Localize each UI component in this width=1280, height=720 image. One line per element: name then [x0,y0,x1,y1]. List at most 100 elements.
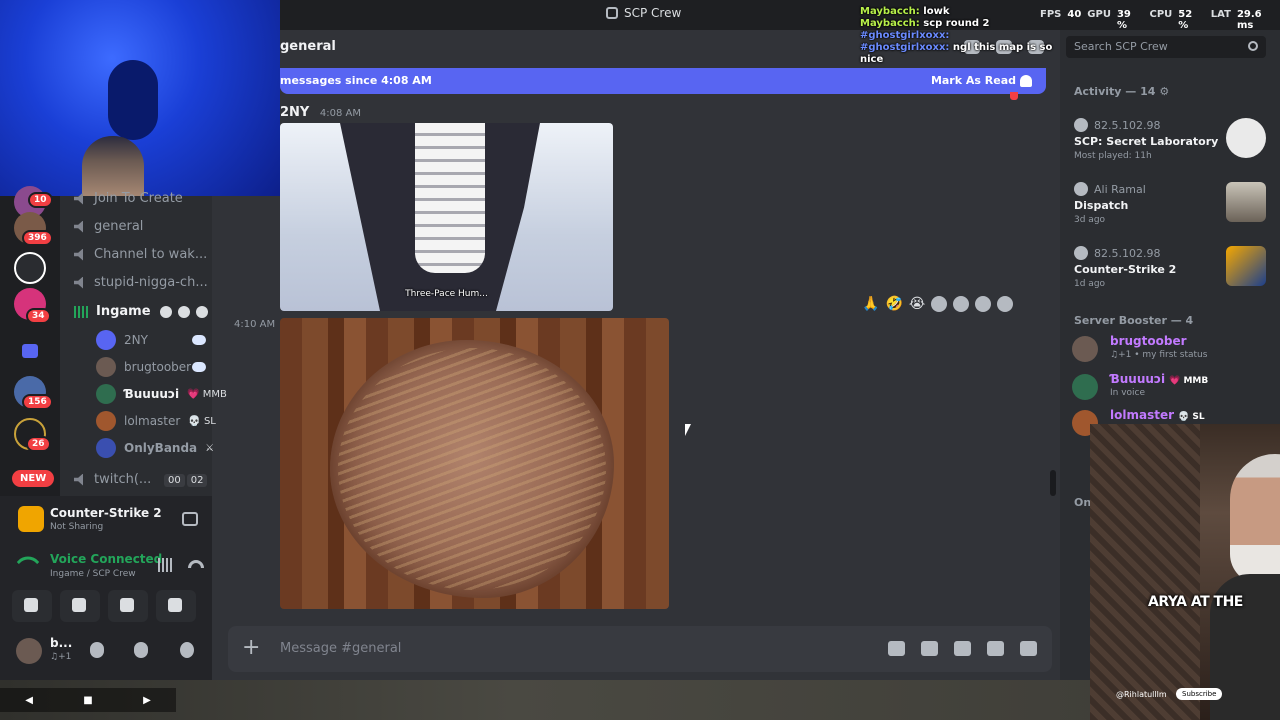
avatar [1072,374,1098,400]
reaction-laugh[interactable]: 🤣 [885,296,902,312]
forward-icon[interactable] [975,296,992,312]
message-composer[interactable]: + Message #general [228,626,1052,672]
reaction-pray[interactable]: 🙏 [862,296,879,312]
channel-twitch[interactable]: twitch(... [74,472,151,487]
activity-panel[interactable]: Counter-Strike 2 Not Sharing [8,498,212,540]
server-icon[interactable] [14,252,46,284]
author-name[interactable]: 2NY [280,105,309,120]
disconnect-icon[interactable] [188,560,204,568]
message-author[interactable]: 2NY 4:08 AM [280,105,361,120]
lat-label: LAT [1210,9,1231,20]
activity-card[interactable]: 82.5.102.98 SCP: Secret Laboratory Most … [1066,112,1272,166]
activity-card[interactable]: Ali Ramal Dispatch 3d ago [1066,176,1272,230]
perf-overlay: FPS 40 GPU 39 % CPU 52 % LAT 29.6 ms [1040,9,1280,31]
voice-user[interactable]: 2NY [96,330,206,350]
sticker-icon[interactable] [954,641,971,656]
image-skeleton-hand [415,123,485,273]
activity-header[interactable]: Activity — 14 ⚙ [1074,85,1169,98]
chat-scrollbar[interactable] [1050,470,1056,496]
channel-ingame[interactable]: Ingame [74,304,151,319]
search-icon[interactable] [1248,41,1258,51]
video-caption: ARYA AT THE [1148,594,1243,610]
video-facecam: ARYA AT THE @Rihlatulllm Subscribe [1090,424,1280,720]
stream-chat-line: #ghostgirlxoxx: [860,30,950,41]
channel-join-to-create[interactable]: Join To Create [74,191,183,206]
avatar [96,330,116,350]
composer-placeholder[interactable]: Message #general [280,641,401,656]
chat-bubble-icon [192,335,206,345]
search-placeholder[interactable]: Search SCP Crew [1074,40,1168,53]
message-image-gif[interactable]: Three-Pace Hum... [280,123,613,311]
mark-read-icon [1020,75,1032,87]
microphone [108,60,158,140]
voice-user[interactable]: brugtoober [96,357,206,377]
noise-suppression-icon[interactable] [158,558,174,572]
avatar[interactable] [16,638,42,664]
screen-share-icon[interactable] [182,512,198,526]
activities-button[interactable] [108,590,148,622]
gift-icon[interactable] [888,641,905,656]
speaker-icon [74,248,83,261]
chat-bubble-icon [192,362,206,372]
cs2-game-art [1226,246,1266,286]
apps-icon[interactable] [1020,641,1037,656]
voice-user[interactable]: lolmaster 💀 SL [96,411,216,431]
folder-icon[interactable] [14,336,46,368]
mark-as-read-button[interactable]: Mark As Read [931,74,1016,87]
gear-icon[interactable]: ⚙ [1159,85,1169,98]
voice-activity-icon [74,305,88,318]
activity-card[interactable]: 82.5.102.98 Counter-Strike 2 1d ago [1066,240,1272,294]
emoji-icon[interactable] [987,641,1004,656]
reaction-cry[interactable]: 😭 [909,296,925,312]
stream-chat-line: #ghostgirlxoxx: ngl this map is so nice [860,42,1053,65]
new-servers-pill[interactable]: NEW [12,470,55,487]
video-player-bar: ◀ ■ ▶ [0,680,1280,720]
cs2-icon [18,506,44,532]
signal-icon[interactable] [16,550,40,574]
screen-share-button[interactable] [60,590,100,622]
channel-list: Join To Create general Channel to wak...… [60,191,227,496]
voice-user[interactable]: OnlyBanda ⚔ [96,438,214,458]
channel-general[interactable]: general [74,219,143,234]
unread-badge: 156 [22,394,53,410]
member-item[interactable]: Ɓuuuuɔi 💗 MMB In voice [1072,370,1272,406]
gear-icon[interactable] [180,642,194,658]
window-title: SCP Crew [606,6,681,20]
add-reaction-icon[interactable] [931,296,948,312]
headphones-icon[interactable] [134,642,148,658]
more-icon[interactable] [997,296,1014,312]
new-messages-bar[interactable]: messages since 4:08 AM Mark As Read [280,68,1046,94]
avatar [96,411,116,431]
search-input[interactable]: Search SCP Crew [1066,36,1266,58]
subscribe-button[interactable]: Subscribe [1176,688,1223,700]
attach-plus-icon[interactable]: + [242,636,260,660]
message-time: 4:08 AM [319,108,361,119]
stop-icon[interactable]: ■ [83,695,92,706]
soundboard-button[interactable] [156,590,196,622]
voice-panel: Voice Connected Ingame / SCP Crew [8,546,212,588]
speaker-icon [74,192,83,205]
gif-icon[interactable] [921,641,938,656]
message-image-patty[interactable] [280,318,669,609]
prev-icon[interactable]: ◀ [25,695,33,706]
reply-icon[interactable] [953,296,970,312]
streamer-face [82,136,144,196]
mouse-cursor [685,424,697,436]
channel-stupid[interactable]: stupid-nigga-ch... [74,275,208,290]
invite-icon[interactable] [178,306,190,318]
channel-wake[interactable]: Channel to wak... [74,247,207,262]
member-item[interactable]: brugtoober ♫+1 • my first status [1072,332,1272,368]
stream-chat-overlay: Maybacch: lowk Maybacch: scp round 2 #gh… [860,6,1070,66]
user-panel: Counter-Strike 2 Not Sharing Voice Conne… [0,496,212,680]
camera-off-button[interactable] [12,590,52,622]
channel-counts: 00 02 [164,474,208,487]
gpu-value: 39 % [1116,9,1131,31]
speaker-icon [74,220,83,233]
chat-icon[interactable] [160,306,172,318]
next-icon[interactable]: ▶ [143,695,151,706]
mic-icon[interactable] [90,642,104,658]
voice-user[interactable]: Ɓuuuuɔi 💗 MMB [96,384,227,404]
lat-value: 29.6 ms [1236,9,1262,31]
dispatch-game-art [1226,182,1266,222]
settings-icon[interactable] [196,306,208,318]
